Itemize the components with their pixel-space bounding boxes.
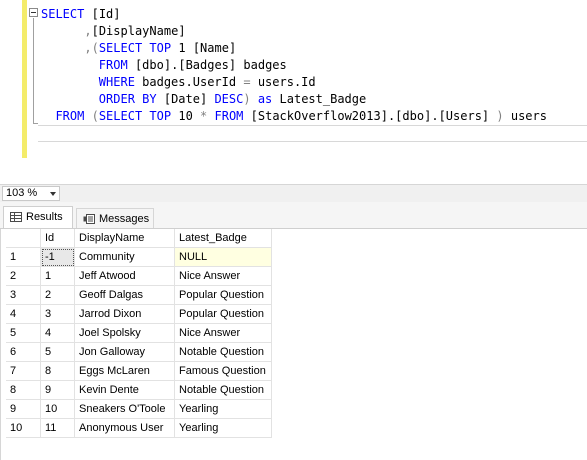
row-number-cell[interactable]: 10 (6, 418, 41, 438)
latest-badge-cell[interactable]: Notable Question (174, 342, 272, 362)
code-line: ,(SELECT TOP 1 [Name] (84, 41, 237, 55)
displayname-cell[interactable]: Jarrod Dixon (74, 304, 175, 324)
table-row[interactable]: 8 9 Kevin Dente Notable Question (6, 380, 272, 400)
row-number-cell[interactable]: 2 (6, 266, 41, 286)
tab-results[interactable]: Results (3, 206, 73, 228)
change-tracking-bar (22, 0, 27, 158)
grid-icon (10, 212, 22, 222)
id-cell[interactable]: -1 (40, 247, 75, 267)
latest-badge-cell[interactable]: Nice Answer (174, 323, 272, 343)
latest-badge-cell[interactable]: Nice Answer (174, 266, 272, 286)
results-table: Id DisplayName Latest_Badge 1 -1 Community… (6, 229, 272, 438)
table-row[interactable]: 10 11 Anonymous User Yearling (6, 418, 272, 438)
column-header-displayname[interactable]: DisplayName (74, 229, 175, 248)
code-line: FROM [dbo].[Badges] badges (98, 58, 287, 72)
row-number-header[interactable] (6, 229, 41, 248)
displayname-cell[interactable]: Jeff Atwood (74, 266, 175, 286)
id-cell[interactable]: 10 (40, 399, 75, 419)
editor-status-bar: 103 % (0, 184, 587, 202)
id-cell[interactable]: 8 (40, 361, 75, 381)
code-line: ORDER BY [Date] DESC) as Latest_Badge (98, 92, 367, 106)
displayname-cell[interactable]: Community (74, 247, 175, 267)
latest-badge-cell[interactable]: Popular Question (174, 304, 272, 324)
current-line-highlight (38, 125, 587, 142)
displayname-cell[interactable]: Geoff Dalgas (74, 285, 175, 305)
latest-badge-cell[interactable]: Yearling (174, 399, 272, 419)
row-number-cell[interactable]: 6 (6, 342, 41, 362)
id-cell[interactable]: 4 (40, 323, 75, 343)
latest-badge-cell[interactable]: Popular Question (174, 285, 272, 305)
latest-badge-cell[interactable]: Famous Question (174, 361, 272, 381)
outline-line-end (33, 123, 38, 124)
id-cell[interactable]: 11 (40, 418, 75, 438)
outline-line (33, 18, 34, 123)
code-line: WHERE badges.UserId = users.Id (98, 75, 316, 89)
code-line: FROM (SELECT TOP 10 * FROM [StackOverflo… (55, 109, 547, 123)
table-row[interactable]: 3 2 Geoff Dalgas Popular Question (6, 285, 272, 305)
latest-badge-cell[interactable]: Yearling (174, 418, 272, 438)
displayname-cell[interactable]: Eggs McLaren (74, 361, 175, 381)
row-number-cell[interactable]: 7 (6, 361, 41, 381)
table-row[interactable]: 6 5 Jon Galloway Notable Question (6, 342, 272, 362)
id-cell[interactable]: 5 (40, 342, 75, 362)
row-number-cell[interactable]: 9 (6, 399, 41, 419)
collapse-minus-icon[interactable] (29, 8, 38, 17)
table-row[interactable]: 1 -1 Community NULL (6, 247, 272, 267)
table-row[interactable]: 9 10 Sneakers O'Toole Yearling (6, 399, 272, 419)
displayname-cell[interactable]: Kevin Dente (74, 380, 175, 400)
query-editor[interactable]: SELECT [Id] ,[DisplayName] ,(SELECT TOP … (0, 0, 587, 184)
row-number-cell[interactable]: 1 (6, 247, 41, 267)
row-number-cell[interactable]: 4 (6, 304, 41, 324)
results-tab-bar: Results Messages (0, 202, 587, 229)
displayname-cell[interactable]: Jon Galloway (74, 342, 175, 362)
table-row[interactable]: 2 1 Jeff Atwood Nice Answer (6, 266, 272, 286)
displayname-cell[interactable]: Anonymous User (74, 418, 175, 438)
chevron-down-icon (50, 192, 56, 196)
id-cell[interactable]: 3 (40, 304, 75, 324)
column-header-latest-badge[interactable]: Latest_Badge (174, 229, 272, 248)
row-number-cell[interactable]: 5 (6, 323, 41, 343)
column-header-id[interactable]: Id (40, 229, 75, 248)
tab-messages[interactable]: Messages (76, 208, 154, 228)
code-line: ,[DisplayName] (84, 24, 186, 38)
id-cell[interactable]: 9 (40, 380, 75, 400)
displayname-cell[interactable]: Sneakers O'Toole (74, 399, 175, 419)
tab-results-label: Results (26, 211, 63, 223)
id-cell[interactable]: 2 (40, 285, 75, 305)
table-row[interactable]: 7 8 Eggs McLaren Famous Question (6, 361, 272, 381)
results-grid[interactable]: Id DisplayName Latest_Badge 1 -1 Community… (0, 229, 587, 460)
row-number-cell[interactable]: 8 (6, 380, 41, 400)
messages-icon (83, 214, 95, 224)
header-row: Id DisplayName Latest_Badge (6, 229, 272, 248)
table-row[interactable]: 5 4 Joel Spolsky Nice Answer (6, 323, 272, 343)
tab-messages-label: Messages (99, 213, 150, 225)
zoom-dropdown[interactable]: 103 % (2, 186, 60, 201)
id-cell[interactable]: 1 (40, 266, 75, 286)
code-line: SELECT [Id] (41, 7, 121, 21)
table-row[interactable]: 4 3 Jarrod Dixon Popular Question (6, 304, 272, 324)
displayname-cell[interactable]: Joel Spolsky (74, 323, 175, 343)
latest-badge-cell[interactable]: NULL (174, 247, 272, 267)
row-number-cell[interactable]: 3 (6, 285, 41, 305)
horizontal-scrollbar[interactable] (66, 187, 585, 201)
zoom-value: 103 % (6, 187, 38, 199)
latest-badge-cell[interactable]: Notable Question (174, 380, 272, 400)
